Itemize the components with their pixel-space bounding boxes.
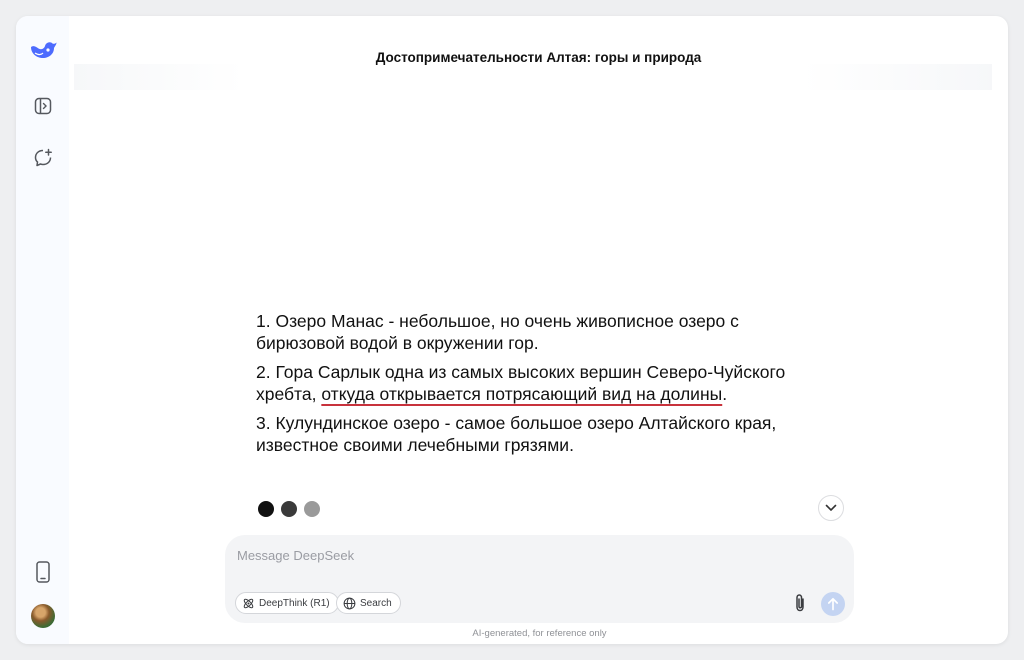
deepthink-label: DeepThink (R1) (259, 597, 330, 609)
list-item-punctuation: . (722, 384, 728, 404)
assistant-message: 1. Озеро Манас - небольшое, но очень жив… (256, 310, 796, 463)
header-fade-right (802, 64, 992, 90)
chat-title[interactable]: Достопримечательности Алтая: горы и прир… (69, 50, 1008, 65)
globe-icon (343, 597, 356, 609)
atom-icon (243, 598, 254, 608)
typing-indicator (258, 501, 320, 517)
ai-disclaimer: AI-generated, for reference only (472, 628, 607, 639)
send-button[interactable] (821, 592, 845, 616)
scroll-to-bottom-button[interactable] (818, 495, 844, 521)
search-toggle-button[interactable]: Search (336, 592, 401, 614)
deepthink-toggle-button[interactable]: DeepThink (R1) (235, 592, 339, 614)
message-composer: DeepThink (R1) Search (225, 535, 854, 623)
paperclip-icon (796, 594, 804, 612)
toggle-sidebar-icon[interactable] (28, 91, 58, 121)
message-input[interactable] (237, 543, 777, 567)
typing-dot (258, 501, 274, 517)
mobile-app-icon[interactable] (28, 557, 58, 587)
user-avatar[interactable] (31, 604, 55, 628)
list-item: 1. Озеро Манас - небольшое, но очень жив… (256, 311, 739, 353)
deepseek-whale-icon[interactable] (28, 34, 58, 64)
arrow-up-icon (827, 597, 839, 611)
header-fade-left (74, 64, 244, 90)
attach-file-button[interactable] (790, 591, 810, 615)
sidebar (16, 16, 69, 644)
search-label: Search (360, 597, 392, 609)
highlighted-phrase: откуда открывается потрясающий вид на до… (321, 384, 723, 404)
typing-dot (281, 501, 297, 517)
new-chat-icon[interactable] (28, 143, 58, 173)
chevron-down-icon (825, 504, 837, 511)
typing-dot (304, 501, 320, 517)
list-item: 2. Гора Сарлык одна из самых высоких вер… (256, 361, 796, 405)
list-item: 3. Кулундинское озеро - самое большое оз… (256, 413, 777, 455)
app-window: Достопримечательности Алтая: горы и прир… (16, 16, 1008, 644)
